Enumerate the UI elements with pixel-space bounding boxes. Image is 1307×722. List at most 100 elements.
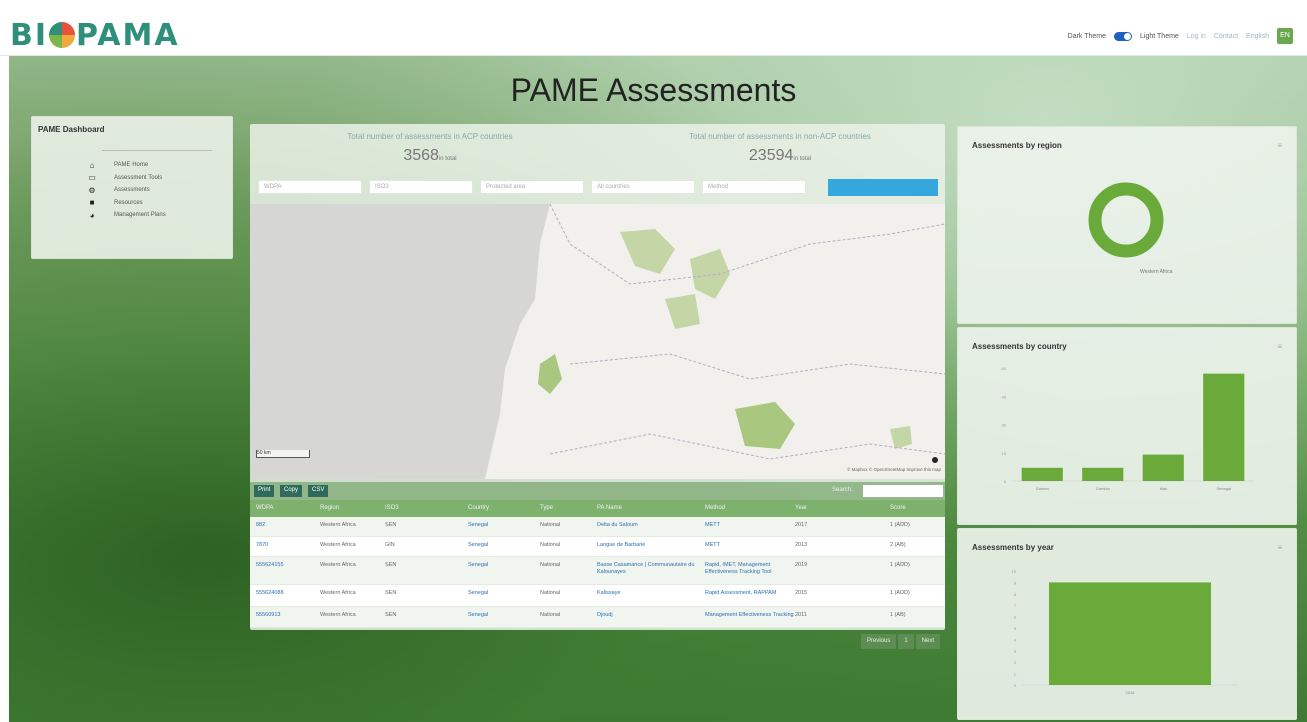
col-header[interactable]: WDPA <box>256 505 274 511</box>
table-row[interactable]: 882 Western Africa SEN Senegal National … <box>250 517 945 537</box>
menu-item-label: Management Plans <box>114 212 166 219</box>
cell-wdpa[interactable]: 555624155 <box>256 562 284 569</box>
donut-slice[interactable] <box>1088 182 1164 258</box>
pame-dashboard-card: PAME Dashboard ⌂ PAME Home ▭ Assessment To… <box>31 116 233 259</box>
cell-method[interactable]: METT <box>705 522 720 529</box>
pager-page-1[interactable]: 1 <box>898 634 914 649</box>
map-attribution[interactable]: © Mapbox © OpenStreetMap Improve this ma… <box>847 467 941 472</box>
logo-text-left: BI <box>10 18 49 53</box>
y-tick-label: 5 <box>1014 626 1017 631</box>
cell-pa-name[interactable]: Kalissaye <box>597 590 621 597</box>
bar[interactable] <box>1203 373 1245 481</box>
globe-icon: ◕ <box>89 210 95 220</box>
bar[interactable] <box>1142 454 1184 481</box>
menu-item-assessments[interactable]: ⚙ Assessments <box>82 184 166 197</box>
cell-wdpa[interactable]: 555624088 <box>256 590 284 597</box>
col-header[interactable]: Year <box>795 505 807 511</box>
language-badge[interactable]: EN <box>1277 28 1293 44</box>
pager-next-button[interactable]: Next <box>915 634 941 649</box>
cell-method[interactable]: Management Effectiveness Tracking <box>705 612 794 619</box>
col-header[interactable]: Method <box>705 505 725 511</box>
nonacp-stat-value: 23594in total <box>630 147 930 165</box>
cell: SEN <box>385 562 397 568</box>
filter-protected-area[interactable]: Protected area <box>480 180 584 194</box>
cell-pa-name[interactable]: Basse Casamance | Communautaire du Kalou… <box>597 562 697 576</box>
bar[interactable] <box>1021 467 1063 481</box>
dashboard-menu: ⌂ PAME Home ▭ Assessment Tools ⚙ Assessment… <box>82 159 166 222</box>
menu-item-resources[interactable]: ■ Resources <box>82 197 166 210</box>
x-tick-label: Mali <box>1160 486 1167 491</box>
col-header[interactable]: Score <box>890 505 906 511</box>
col-header[interactable]: Country <box>468 505 489 511</box>
pager-previous-button[interactable]: Previous <box>861 634 897 649</box>
y-tick-label: 1 <box>1014 672 1017 677</box>
cell: Western Africa <box>320 590 356 596</box>
cell-country[interactable]: Senegal <box>468 562 488 569</box>
login-link[interactable]: Log in <box>1187 33 1206 40</box>
col-header[interactable]: PA Name <box>597 505 622 511</box>
language-link[interactable]: English <box>1246 33 1269 40</box>
cell: 2013 <box>795 542 808 548</box>
cell-method[interactable]: Rapid Assessment, RAPPAM <box>705 590 790 597</box>
bar[interactable] <box>1082 467 1124 481</box>
cell-country[interactable]: Senegal <box>468 612 488 619</box>
filter-wdpa[interactable]: WDPA <box>258 180 362 194</box>
cell: SEN <box>385 590 397 596</box>
cell-country[interactable]: Senegal <box>468 542 488 549</box>
csv-button[interactable]: CSV <box>308 485 329 497</box>
cell-wdpa[interactable]: 55560913 <box>256 612 280 619</box>
filter-iso3[interactable]: ISO3 <box>369 180 473 194</box>
ocean-area <box>250 204 550 479</box>
cell-country[interactable]: Senegal <box>468 522 488 529</box>
protected-area-4 <box>538 354 562 394</box>
biopama-logo[interactable]: BI PAMA <box>10 18 180 53</box>
bar[interactable] <box>1049 582 1211 685</box>
contact-link[interactable]: Contact <box>1214 33 1238 40</box>
col-header[interactable]: Type <box>540 505 553 511</box>
gear-icon: ⚙ <box>88 185 96 195</box>
cell-pa-name[interactable]: Langue de Barbarie <box>597 542 645 549</box>
table-row[interactable]: 55560913 Western Africa SEN Senegal Nati… <box>250 607 945 628</box>
filter-row: WDPA ISO3 Protected area All countries M… <box>258 180 806 194</box>
copy-button[interactable]: Copy <box>280 485 303 497</box>
cell-country[interactable]: Senegal <box>468 590 488 597</box>
col-header[interactable]: ISO3 <box>385 505 399 511</box>
table-row[interactable]: 7870 Western Africa GIN Senegal National… <box>250 537 945 557</box>
region-donut-chart: Western Africa <box>1088 182 1173 275</box>
cell: National <box>540 612 561 618</box>
filter-country[interactable]: All countries <box>591 180 695 194</box>
menu-item-plans[interactable]: ◕ Management Plans <box>82 209 166 222</box>
cell: 2 (AB) <box>890 542 906 548</box>
cell-pa-name[interactable]: Delta du Saloum <box>597 522 638 529</box>
theme-toggle[interactable] <box>1114 31 1133 41</box>
table-pager: Previous 1 Next <box>861 634 941 649</box>
table-toolbar: Print Copy CSV Search: <box>250 482 945 500</box>
menu-item-label: Resources <box>114 199 143 206</box>
x-tick-label: Senegal <box>1216 486 1231 491</box>
cell-method[interactable]: Rapid, IMET, Management Effectiveness Tr… <box>705 562 790 576</box>
col-header[interactable]: Region <box>320 505 339 511</box>
acp-stat: Total number of assessments in ACP count… <box>290 132 570 165</box>
cell-pa-name[interactable]: Djoudj <box>597 612 613 619</box>
cell: Western Africa <box>320 562 356 568</box>
print-button[interactable]: Print <box>254 485 275 497</box>
home-icon: ⌂ <box>89 160 95 170</box>
filter-method[interactable]: Method <box>702 180 806 194</box>
menu-item-tools[interactable]: ▭ Assessment Tools <box>82 172 166 185</box>
cell: GIN <box>385 542 395 548</box>
menu-item-home[interactable]: ⌂ PAME Home <box>82 159 166 172</box>
chart-card-year: Assessments by year ≡ 0 1 2 3 4 5 6 7 8 9 10 2016 <box>957 528 1297 720</box>
assessments-map[interactable]: 50 km © Mapbox © OpenStreetMap Improve t… <box>250 204 945 479</box>
logo-text-right: PAMA <box>76 18 180 53</box>
acp-stat-value: 3568in total <box>290 147 570 165</box>
cell: 1 (AB) <box>890 612 906 618</box>
table-row[interactable]: 555624155 Western Africa SEN Senegal Nat… <box>250 557 945 585</box>
cell-wdpa[interactable]: 882 <box>256 522 265 529</box>
filter-submit-button[interactable] <box>828 179 938 196</box>
cell-wdpa[interactable]: 7870 <box>256 542 268 549</box>
cell-method[interactable]: METT <box>705 542 720 549</box>
table-search-input[interactable] <box>863 485 943 497</box>
table-row[interactable]: 555624088 Western Africa SEN Senegal Nat… <box>250 585 945 607</box>
cell: SEN <box>385 612 397 618</box>
cell: 2017 <box>795 522 808 528</box>
